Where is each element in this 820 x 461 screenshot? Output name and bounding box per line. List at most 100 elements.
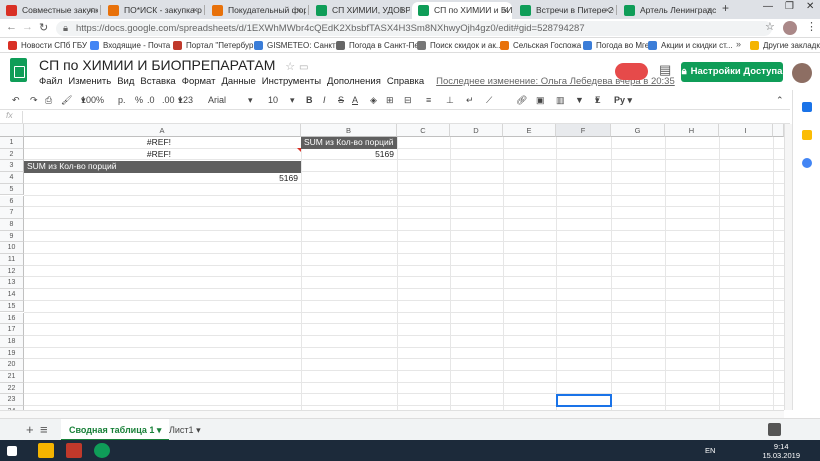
bookmark-item[interactable]: Погода во Мге bbox=[583, 39, 649, 52]
cell-b2[interactable]: 5169 bbox=[301, 149, 397, 161]
column-header[interactable] bbox=[773, 124, 784, 137]
row-header[interactable]: 5 bbox=[0, 183, 24, 196]
close-tab-icon[interactable]: × bbox=[297, 2, 302, 18]
horizontal-scrollbar[interactable] bbox=[0, 410, 784, 418]
close-window-icon[interactable]: ✕ bbox=[806, 1, 814, 12]
bookmark-item[interactable]: Входящие - Почта ... bbox=[90, 39, 179, 52]
browser-tab[interactable]: ПО*ИСК - закупка ра × bbox=[102, 2, 202, 19]
star-icon[interactable]: ☆ bbox=[285, 61, 295, 73]
explore-icon[interactable] bbox=[768, 423, 781, 436]
percent-format-button[interactable]: % bbox=[135, 90, 143, 110]
font-dropdown-icon[interactable]: ▾ bbox=[248, 90, 253, 110]
comments-icon[interactable]: ▤ bbox=[659, 62, 671, 78]
zoom-select[interactable]: 100% ▾ bbox=[81, 90, 104, 110]
filter-icon[interactable]: ▼ bbox=[575, 90, 584, 110]
insert-link-icon[interactable]: 🔗︎ bbox=[516, 90, 527, 110]
formula-input[interactable] bbox=[28, 111, 778, 123]
close-tab-icon[interactable]: × bbox=[89, 2, 94, 18]
cell-a4[interactable]: 5169 bbox=[24, 173, 301, 185]
winrar-icon[interactable] bbox=[66, 443, 82, 458]
profile-avatar[interactable] bbox=[783, 21, 797, 35]
bookmark-item[interactable]: Поиск скидок и ак... bbox=[417, 39, 503, 52]
row-header[interactable]: 19 bbox=[0, 347, 24, 360]
forward-icon[interactable]: → bbox=[22, 21, 33, 33]
sheet-tab-active[interactable]: Сводная таблица 1 ▾ bbox=[61, 419, 170, 441]
bookmark-item[interactable]: Сельская Госпожа ... bbox=[500, 39, 590, 52]
column-header[interactable]: B bbox=[301, 124, 397, 137]
bookmark-item[interactable]: Новости СПб ГБУ ... bbox=[8, 39, 96, 52]
horizontal-align-icon[interactable]: ≡ bbox=[426, 90, 431, 110]
tasks-icon[interactable] bbox=[802, 158, 812, 168]
menu-addons[interactable]: Дополнения bbox=[327, 76, 381, 87]
close-tab-icon[interactable]: × bbox=[193, 2, 198, 18]
star-bookmark-icon[interactable]: ☆ bbox=[765, 20, 775, 33]
more-bookmarks-icon[interactable]: » bbox=[736, 39, 741, 49]
browser-tab[interactable]: Артель Ленинградски× bbox=[618, 2, 716, 19]
redo-icon[interactable]: ↷ bbox=[30, 90, 38, 110]
column-header[interactable]: D bbox=[450, 124, 503, 137]
move-folder-icon[interactable]: ▭ bbox=[299, 62, 308, 73]
row-header[interactable]: 18 bbox=[0, 335, 24, 348]
new-tab-icon[interactable]: + bbox=[722, 1, 729, 15]
sheet-tab[interactable]: Лист1 ▾ bbox=[161, 419, 209, 441]
maximize-icon[interactable]: ❐ bbox=[785, 1, 794, 12]
bookmark-item[interactable]: Портал "Петербур... bbox=[173, 39, 260, 52]
other-bookmarks[interactable]: Другие закладки bbox=[750, 39, 820, 52]
input-tools-icon[interactable]: Ру ▾ bbox=[614, 90, 632, 110]
row-header[interactable]: 21 bbox=[0, 371, 24, 383]
row-header[interactable]: 14 bbox=[0, 289, 24, 301]
row-header[interactable]: 23 bbox=[0, 394, 24, 407]
close-tab-icon[interactable]: × bbox=[503, 2, 508, 18]
browser-tab[interactable]: Встречи в Питере 201× bbox=[514, 2, 614, 19]
browser-tab[interactable]: СП ХИМИИ, УДОБРЕН× bbox=[310, 2, 410, 19]
row-header[interactable]: 8 bbox=[0, 218, 24, 231]
browser-menu-icon[interactable]: ⋮ bbox=[806, 20, 817, 33]
language-indicator[interactable]: EN bbox=[705, 446, 715, 455]
minimize-icon[interactable]: — bbox=[763, 1, 773, 12]
column-header[interactable]: C bbox=[397, 124, 450, 137]
functions-button[interactable]: Σ ▾ bbox=[595, 90, 601, 110]
url-input[interactable]: 🔒︎ https://docs.google.com/spreadsheets/d… bbox=[56, 21, 772, 36]
row-header[interactable]: 1 bbox=[0, 137, 24, 149]
cell-b1[interactable]: SUM из Кол-во порций bbox=[301, 137, 397, 149]
vertical-align-icon[interactable]: ⊥ bbox=[446, 90, 454, 110]
sheets-logo-icon[interactable] bbox=[10, 58, 27, 82]
column-header[interactable]: G bbox=[611, 124, 665, 137]
row-header[interactable]: 11 bbox=[0, 254, 24, 266]
close-tab-icon[interactable]: × bbox=[401, 2, 406, 18]
number-format-select[interactable]: 123 ▾ bbox=[178, 90, 193, 110]
cell-a2[interactable]: #REF! bbox=[24, 149, 174, 161]
spreadsheet-grid[interactable]: A B C D E F G H I 1 2 3 4 5 6 7 8 9 10 11 12 13 14 15 1… bbox=[0, 124, 784, 410]
bold-button[interactable]: B bbox=[306, 90, 313, 110]
clock[interactable]: 9:14 15.03.2019 bbox=[762, 442, 800, 460]
menu-file[interactable]: Файл bbox=[39, 76, 62, 87]
paint-format-icon[interactable]: 🖌︎ bbox=[61, 90, 72, 110]
browser-tab[interactable]: Совместные закупки д× bbox=[0, 2, 98, 19]
text-wrap-icon[interactable]: ↵ bbox=[466, 90, 474, 110]
row-header[interactable]: 4 bbox=[0, 172, 24, 184]
calendar-icon[interactable] bbox=[802, 102, 812, 112]
fill-color-icon[interactable]: ◈ bbox=[370, 90, 377, 110]
menu-view[interactable]: Вид bbox=[117, 76, 134, 87]
menu-edit[interactable]: Изменить bbox=[68, 76, 111, 87]
all-sheets-button[interactable]: ≡ bbox=[40, 422, 48, 437]
explorer-icon[interactable] bbox=[38, 443, 54, 458]
merge-cells-icon[interactable]: ⊟ bbox=[404, 90, 412, 110]
bookmark-item[interactable]: Погода в Санкт-Пе... bbox=[336, 39, 426, 52]
print-icon[interactable]: ⎙ bbox=[45, 90, 52, 110]
cell-a1[interactable]: #REF! bbox=[24, 137, 174, 149]
close-tab-icon[interactable]: × bbox=[605, 2, 610, 18]
cell-a3[interactable]: SUM из Кол-во порций bbox=[24, 161, 301, 173]
back-icon[interactable]: ← bbox=[6, 21, 17, 33]
borders-icon[interactable]: ⊞ bbox=[386, 90, 394, 110]
column-header[interactable]: E bbox=[503, 124, 556, 137]
strikethrough-button[interactable]: S bbox=[338, 90, 344, 110]
insert-chart-icon[interactable]: ▥ bbox=[556, 90, 565, 110]
row-header[interactable]: 3 bbox=[0, 160, 24, 173]
account-avatar[interactable] bbox=[792, 63, 812, 83]
insert-comment-icon[interactable]: ▣ bbox=[536, 90, 545, 110]
text-rotation-icon[interactable]: ⟋ bbox=[486, 90, 492, 110]
select-all-corner[interactable] bbox=[0, 124, 24, 137]
vertical-scrollbar[interactable] bbox=[784, 124, 792, 410]
row-header[interactable]: 6 bbox=[0, 195, 24, 208]
